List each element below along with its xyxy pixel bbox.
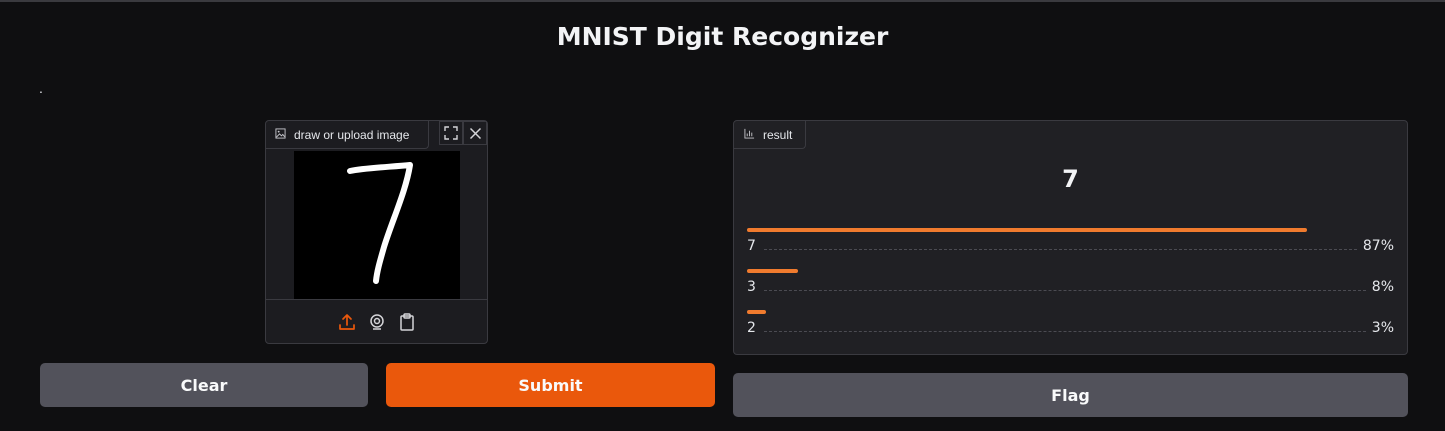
confidence-bar <box>747 228 1307 232</box>
submit-button[interactable]: Submit <box>386 363 715 407</box>
confidence-item: 2 3% <box>747 310 1394 344</box>
confidence-label: 2 <box>747 320 756 336</box>
image-icon <box>275 127 286 142</box>
image-input-label-text: draw or upload image <box>294 127 410 142</box>
drawing-canvas[interactable] <box>294 151 460 299</box>
confidence-label: 7 <box>747 238 756 254</box>
close-icon[interactable] <box>463 121 487 145</box>
image-toolbar <box>439 121 487 145</box>
confidence-item: 7 87% <box>747 228 1394 262</box>
confidence-bar <box>747 310 767 314</box>
confidence-label: 3 <box>747 279 756 295</box>
confidence-bar <box>747 269 799 273</box>
page-title: MNIST Digit Recognizer <box>556 22 889 51</box>
dotted-leader <box>763 331 1366 332</box>
predicted-label: 7 <box>1062 165 1079 193</box>
image-input-label: draw or upload image <box>266 121 429 149</box>
confidence-item: 3 8% <box>747 269 1394 303</box>
upload-icon[interactable] <box>337 312 357 332</box>
dotted-leader <box>763 290 1366 291</box>
dotted-leader <box>763 249 1357 250</box>
result-label: result <box>734 121 806 149</box>
page-description: . <box>39 80 43 96</box>
result-panel: result 7 7 87% 3 8% 2 3% <box>733 120 1408 355</box>
top-border <box>0 0 1445 2</box>
clear-button[interactable]: Clear <box>40 363 368 407</box>
clipboard-icon[interactable] <box>397 312 417 332</box>
confidence-value: 8% <box>1371 279 1394 295</box>
confidence-value: 87% <box>1362 238 1394 254</box>
flag-button[interactable]: Flag <box>733 373 1408 417</box>
result-label-text: result <box>763 127 793 142</box>
fullscreen-icon[interactable] <box>439 121 463 145</box>
drawn-digit-seven <box>347 162 413 284</box>
image-source-bar <box>266 299 487 344</box>
confidence-value: 3% <box>1371 320 1394 336</box>
bar-chart-icon <box>744 128 755 142</box>
webcam-icon[interactable] <box>367 312 387 332</box>
image-input-panel: draw or upload image <box>265 120 488 344</box>
